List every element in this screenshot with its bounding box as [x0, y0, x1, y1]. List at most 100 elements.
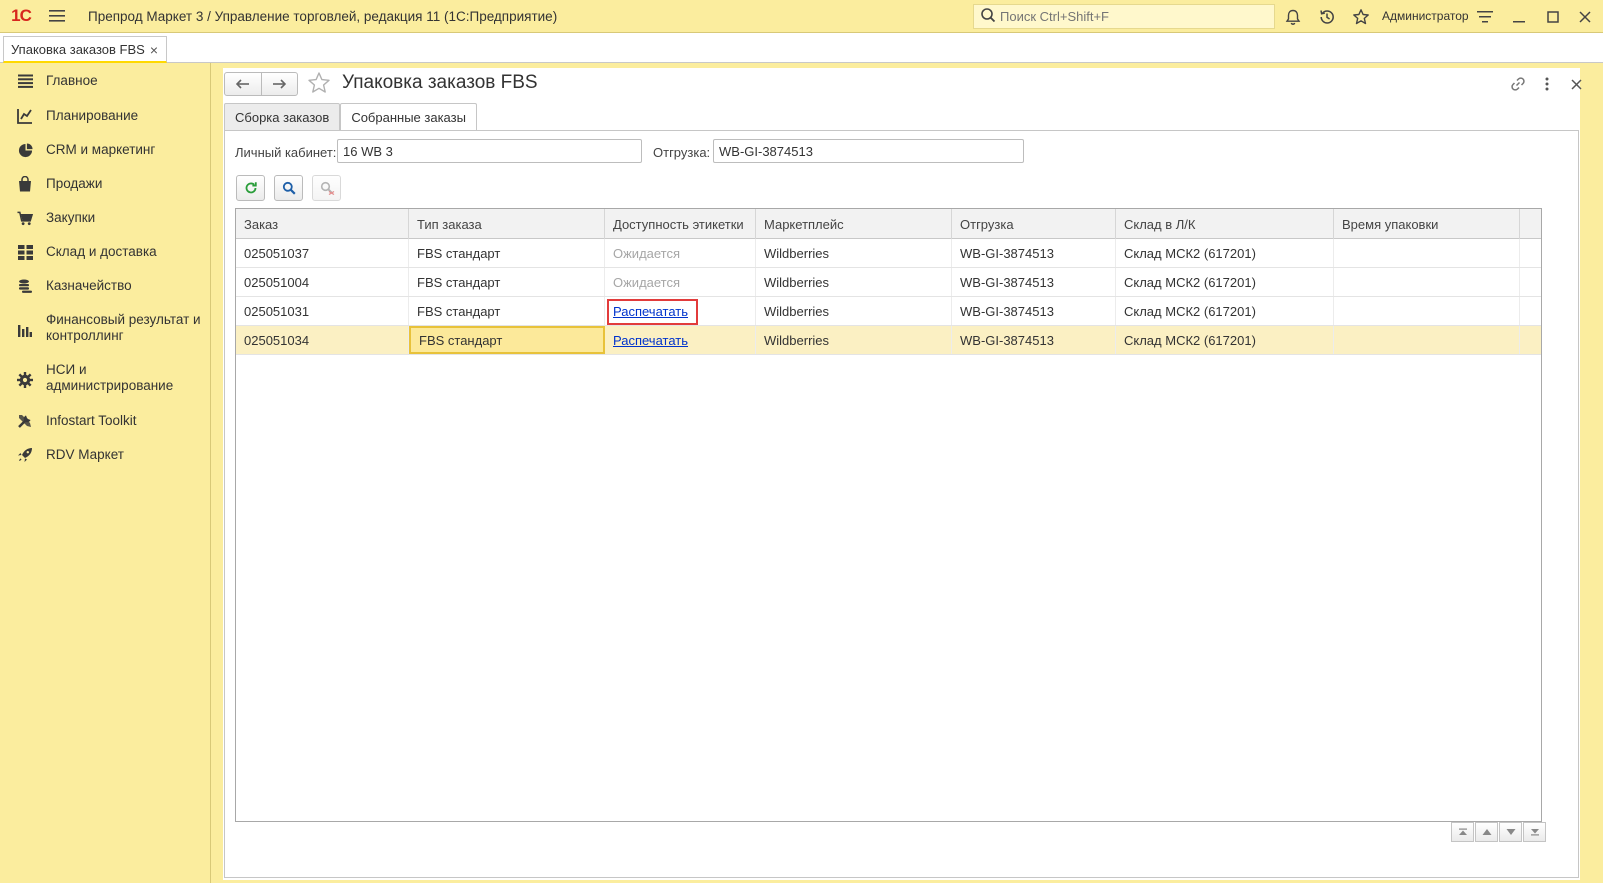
- print-label-link[interactable]: Распечатать: [613, 333, 688, 348]
- cell-shipment: WB-GI-3874513: [952, 268, 1116, 296]
- sidebar-item-treasury[interactable]: Казначейство: [0, 277, 211, 295]
- table-row-selected[interactable]: 025051034 FBS стандарт Распечатать Wildb…: [236, 326, 1541, 355]
- favorites-star-icon[interactable]: [1350, 6, 1372, 28]
- cell-order-type: FBS стандарт: [409, 268, 605, 296]
- cell-packing-time: [1334, 239, 1520, 267]
- refresh-button[interactable]: [236, 175, 265, 201]
- history-navigation: [224, 72, 298, 96]
- scroll-down-icon[interactable]: [1499, 822, 1522, 842]
- cell-marketplace: Wildberries: [756, 297, 952, 325]
- add-to-favorites-star-icon[interactable]: [307, 71, 331, 98]
- maximize-window-icon[interactable]: [1542, 6, 1564, 28]
- cancel-search-button[interactable]: [312, 175, 341, 201]
- cell-order-type: FBS стандарт: [409, 239, 605, 267]
- global-search-input[interactable]: [1000, 9, 1260, 24]
- sidebar-item-purchases[interactable]: Закупки: [0, 209, 211, 227]
- close-form-icon[interactable]: [1566, 74, 1586, 94]
- rocket-icon: [17, 447, 33, 463]
- link-icon[interactable]: [1508, 74, 1528, 94]
- cancel-search-icon: [320, 181, 334, 195]
- tab-assembled-orders[interactable]: Собранные заказы: [340, 103, 477, 131]
- sections-sidebar: Главное Планирование CRM и маркетинг Про…: [0, 63, 211, 883]
- sidebar-item-admin[interactable]: НСИ и администрирование: [0, 362, 211, 396]
- table-scroll-buttons: [1450, 822, 1546, 842]
- sidebar-item-infostart-toolkit[interactable]: Infostart Toolkit: [0, 412, 211, 430]
- coins-icon: [17, 278, 33, 294]
- sidebar-item-financial-result[interactable]: Финансовый результат и контроллинг: [0, 312, 211, 346]
- shipment-label: Отгрузка:: [653, 145, 711, 160]
- cell-order: 025051004: [236, 268, 409, 296]
- planning-icon: [17, 108, 33, 124]
- cell-order-type: FBS стандарт: [409, 297, 605, 325]
- notifications-bell-icon[interactable]: [1282, 6, 1304, 28]
- main-menu-icon[interactable]: [42, 0, 72, 33]
- search-icon: [980, 7, 996, 26]
- column-header-marketplace[interactable]: Маркетплейс: [756, 209, 952, 239]
- cell-label-status: Распечатать: [605, 326, 756, 354]
- cell-order: 025051034: [236, 326, 409, 354]
- tab-order-assembly[interactable]: Сборка заказов: [224, 103, 341, 131]
- magnifier-icon: [282, 181, 296, 195]
- settings-lines-icon[interactable]: [1474, 6, 1496, 28]
- refresh-icon: [245, 182, 257, 194]
- cell-warehouse: Склад МСК2 (617201): [1116, 239, 1334, 267]
- cell-marketplace: Wildberries: [756, 239, 952, 267]
- minimize-window-icon[interactable]: [1508, 6, 1530, 28]
- global-search-box[interactable]: [973, 4, 1275, 29]
- 1c-logo: 1С: [11, 6, 32, 25]
- cabinet-label: Личный кабинет:: [235, 145, 337, 160]
- pie-chart-icon: [17, 142, 33, 158]
- bar-chart-icon: [17, 322, 33, 338]
- scroll-to-first-icon[interactable]: [1451, 822, 1474, 842]
- sidebar-item-sales[interactable]: Продажи: [0, 175, 211, 193]
- cabinet-field[interactable]: [337, 139, 642, 163]
- sidebar-item-rdv-market[interactable]: RDV Маркет: [0, 446, 211, 464]
- history-icon[interactable]: [1316, 6, 1338, 28]
- scroll-up-icon[interactable]: [1475, 822, 1498, 842]
- current-user-name[interactable]: Администратор: [1382, 9, 1469, 23]
- cell-warehouse: Склад МСК2 (617201): [1116, 297, 1334, 325]
- fbs-packing-form: Упаковка заказов FBS Сборка заказов Собр…: [223, 68, 1582, 880]
- column-header-shipment[interactable]: Отгрузка: [952, 209, 1116, 239]
- sidebar-item-main[interactable]: Главное: [0, 72, 211, 90]
- list-icon: [17, 73, 33, 89]
- gear-icon: [17, 372, 33, 388]
- annotation-highlight-box: [607, 299, 698, 325]
- tools-icon: [17, 413, 33, 429]
- cell-warehouse: Склад МСК2 (617201): [1116, 326, 1334, 354]
- sidebar-item-warehouse[interactable]: Склад и доставка: [0, 243, 211, 261]
- sidebar-item-planning[interactable]: Планирование: [0, 107, 211, 125]
- cell-order: 025051031: [236, 297, 409, 325]
- back-arrow-icon[interactable]: [225, 73, 262, 95]
- scroll-to-last-icon[interactable]: [1523, 822, 1546, 842]
- cell-shipment: WB-GI-3874513: [952, 239, 1116, 267]
- cell-warehouse: Склад МСК2 (617201): [1116, 268, 1334, 296]
- forward-arrow-icon[interactable]: [262, 73, 298, 95]
- column-header-packing-time[interactable]: Время упаковки: [1334, 209, 1520, 239]
- column-header-label-availability[interactable]: Доступность этикетки: [605, 209, 756, 239]
- sidebar-item-crm[interactable]: CRM и маркетинг: [0, 141, 211, 159]
- open-windows-bar: Упаковка заказов FBS ×: [0, 33, 1603, 63]
- close-tab-icon[interactable]: ×: [150, 42, 158, 58]
- column-header-order[interactable]: Заказ: [236, 209, 409, 239]
- cell-label-status: Ожидается: [605, 268, 756, 296]
- column-header-order-type[interactable]: Тип заказа: [409, 209, 605, 239]
- cell-shipment: WB-GI-3874513: [952, 297, 1116, 325]
- table-row[interactable]: 025051004 FBS стандарт Ожидается Wildber…: [236, 268, 1541, 297]
- cell-marketplace: Wildberries: [756, 268, 952, 296]
- cell-order-type-focused[interactable]: FBS стандарт: [409, 326, 605, 354]
- page-title: Упаковка заказов FBS: [342, 72, 538, 93]
- table-row[interactable]: 025051037 FBS стандарт Ожидается Wildber…: [236, 239, 1541, 268]
- open-window-tab[interactable]: Упаковка заказов FBS ×: [3, 36, 167, 63]
- cart-icon: [17, 210, 33, 226]
- open-window-tab-label: Упаковка заказов FBS: [11, 41, 145, 57]
- find-button[interactable]: [274, 175, 303, 201]
- more-actions-icon[interactable]: [1537, 74, 1557, 94]
- app-title: Препрод Маркет 3 / Управление торговлей,…: [88, 8, 558, 24]
- cell-packing-time: [1334, 268, 1520, 296]
- table-row[interactable]: 025051031 FBS стандарт Распечатать Wildb…: [236, 297, 1541, 326]
- close-window-icon[interactable]: [1574, 6, 1596, 28]
- cell-order: 025051037: [236, 239, 409, 267]
- shipment-field[interactable]: [713, 139, 1024, 163]
- column-header-warehouse[interactable]: Склад в Л/К: [1116, 209, 1334, 239]
